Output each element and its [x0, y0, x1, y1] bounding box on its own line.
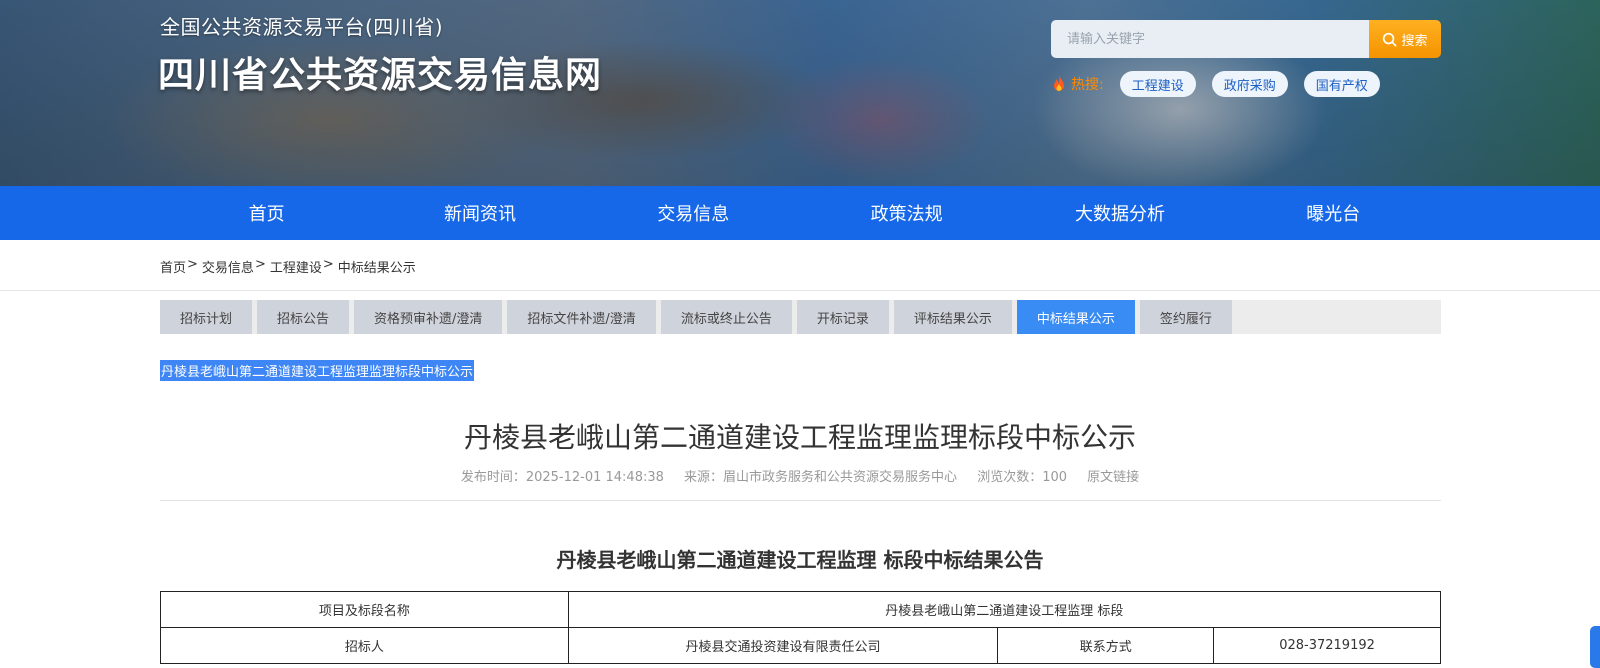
tenderer-label: 招标人	[160, 627, 569, 664]
project-name-value: 丹棱县老峨山第二通道建设工程监理 标段	[567, 591, 1442, 628]
tab-prequal-addendum[interactable]: 资格预审补遗/澄清	[354, 300, 503, 334]
site-subtitle: 全国公共资源交易平台(四川省)	[160, 15, 444, 39]
meta-divider	[160, 500, 1441, 501]
breadcrumb-separator: >	[187, 257, 198, 272]
hot-search-label: 热搜:	[1071, 77, 1104, 93]
table-row: 项目及标段名称 丹棱县老峨山第二通道建设工程监理 标段	[160, 591, 1442, 628]
notice-title: 丹棱县老峨山第二通道建设工程监理 标段中标结果公告	[556, 548, 1044, 572]
tab-bid-announcement[interactable]: 招标公告	[257, 300, 350, 334]
table-row: 招标人 丹棱县交通投资建设有限责任公司 联系方式 028-37219192	[160, 627, 1441, 664]
breadcrumb: 首页 > 交易信息 > 工程建设 > 中标结果公示	[160, 257, 416, 276]
view-count: 浏览次数：100	[977, 470, 1068, 485]
tab-bid-plan[interactable]: 招标计划	[160, 300, 253, 334]
search-button[interactable]: 搜索	[1369, 20, 1441, 58]
nav-item-home[interactable]: 首页	[160, 186, 373, 240]
breadcrumb-engineering[interactable]: 工程建设	[270, 257, 322, 276]
publish-time: 发布时间：2025-12-01 14:48:38	[460, 470, 664, 485]
site-title[interactable]: 四川省公共资源交易信息网	[158, 46, 602, 98]
nav-item-policy[interactable]: 政策法规	[800, 186, 1013, 240]
tab-failed-or-terminated[interactable]: 流标或终止公告	[660, 300, 792, 334]
nav-item-trade-info[interactable]: 交易信息	[587, 186, 800, 240]
article-meta: 发布时间：2025-12-01 14:48:38 来源：眉山市政务服务和公共资源…	[0, 466, 1600, 485]
search-icon	[1383, 32, 1397, 46]
search-box: 搜索	[1051, 20, 1441, 58]
hot-tag-procurement[interactable]: 政府采购	[1211, 71, 1288, 97]
breadcrumb-current: 中标结果公示	[337, 261, 416, 276]
breadcrumb-divider	[0, 290, 1600, 291]
scroll-indicator[interactable]	[1590, 626, 1600, 668]
nav-item-exposure[interactable]: 曝光台	[1227, 186, 1440, 240]
search-button-label: 搜索	[1401, 32, 1428, 48]
contact-label: 联系方式	[997, 627, 1215, 664]
nav-item-big-data[interactable]: 大数据分析	[1013, 186, 1226, 240]
category-tabs: 招标计划 招标公告 资格预审补遗/澄清 招标文件补遗/澄清 流标或终止公告 开标…	[160, 300, 1441, 334]
main-nav: 首页 新闻资讯 交易信息 政策法规 大数据分析 曝光台	[0, 186, 1600, 240]
award-info-table: 项目及标段名称 丹棱县老峨山第二通道建设工程监理 标段 招标人 丹棱县交通投资建…	[160, 591, 1442, 664]
hot-tag-state-property[interactable]: 国有产权	[1303, 71, 1380, 97]
tenderer-value: 丹棱县交通投资建设有限责任公司	[567, 627, 999, 664]
tab-evaluation-result[interactable]: 评标结果公示	[893, 300, 1012, 334]
hot-tag-engineering[interactable]: 工程建设	[1119, 71, 1196, 97]
fire-icon	[1054, 75, 1064, 91]
breadcrumb-trade-info[interactable]: 交易信息	[202, 257, 254, 276]
contact-value: 028-37219192	[1213, 627, 1441, 664]
breadcrumb-home[interactable]: 首页	[160, 257, 186, 276]
nav-item-news[interactable]: 新闻资讯	[373, 186, 586, 240]
tab-bid-opening-record[interactable]: 开标记录	[796, 300, 889, 334]
project-name-label: 项目及标段名称	[160, 591, 569, 628]
tab-award-result[interactable]: 中标结果公示	[1016, 300, 1135, 334]
breadcrumb-separator: >	[254, 257, 266, 272]
breadcrumb-separator: >	[322, 257, 334, 272]
original-link[interactable]: 原文链接	[1087, 470, 1139, 485]
selected-title-text[interactable]: 丹棱县老峨山第二通道建设工程监理监理标段中标公示	[160, 360, 475, 381]
article-source: 来源：眉山市政务服务和公共资源交易服务中心	[684, 470, 958, 485]
tab-contract-performance[interactable]: 签约履行	[1139, 300, 1232, 334]
search-input[interactable]	[1051, 20, 1369, 58]
article-title: 丹棱县老峨山第二通道建设工程监理监理标段中标公示	[463, 421, 1136, 454]
hot-search: 热搜: 工程建设 政府采购 国有产权	[1051, 71, 1396, 97]
tab-bid-doc-addendum[interactable]: 招标文件补遗/澄清	[507, 300, 656, 334]
